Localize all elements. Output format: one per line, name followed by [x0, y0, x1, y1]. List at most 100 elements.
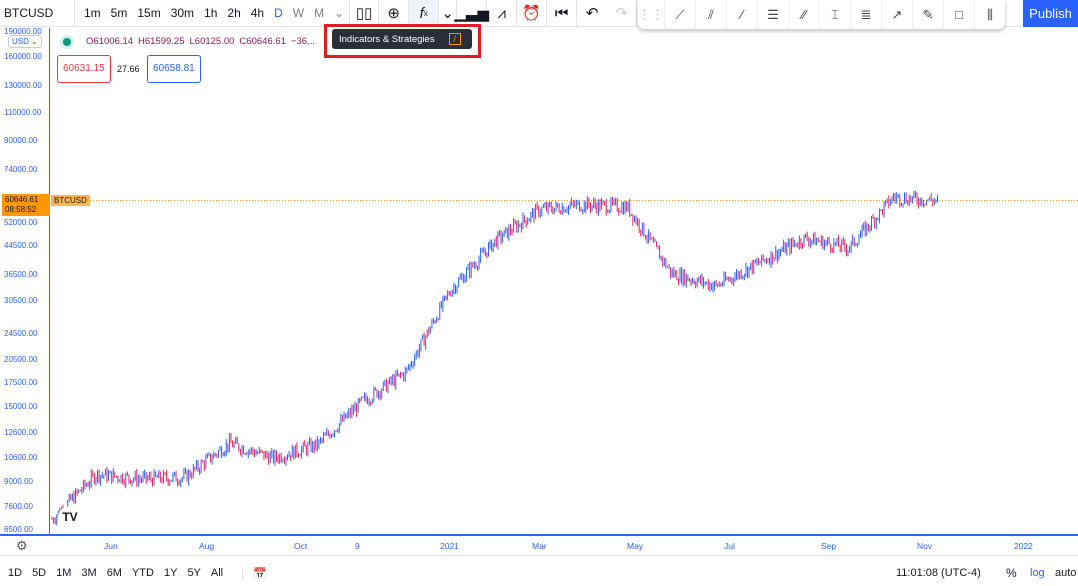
- price-label: 36500.00: [4, 270, 38, 279]
- time-label: Jul: [724, 541, 735, 551]
- price-range-icon[interactable]: ⌶: [820, 0, 851, 29]
- range-1Y[interactable]: 1Y: [159, 567, 182, 579]
- timeframe-2h[interactable]: 2h: [222, 6, 245, 20]
- sliders-icon[interactable]: ⫼: [975, 0, 1005, 29]
- price-axis[interactable]: 190000.00 160000.00 130000.00 110000.00 9000…: [0, 27, 50, 534]
- publish-button[interactable]: Publish: [1023, 0, 1078, 27]
- replay-icon[interactable]: ⏮: [547, 0, 578, 27]
- bar-chart-icon[interactable]: ▁▃▅: [454, 0, 489, 27]
- symbol-search[interactable]: BTCUSD: [0, 0, 75, 27]
- price-label: 6500.00: [4, 525, 33, 534]
- timeframe-1h[interactable]: 1h: [199, 6, 222, 20]
- time-label: Jun: [104, 541, 118, 551]
- currency-selector[interactable]: USD ⌄: [8, 35, 42, 48]
- last-price: 60646.61: [5, 195, 39, 204]
- spread-value: 27.66: [117, 64, 140, 74]
- fib-icon[interactable]: ≣: [851, 0, 882, 29]
- price-label: 12600.00: [4, 428, 38, 437]
- low-value: L60125.00: [189, 36, 235, 47]
- timeframe-5m[interactable]: 5m: [106, 6, 133, 20]
- timeframe-W[interactable]: W: [288, 6, 309, 20]
- time-label: 2021: [440, 541, 459, 551]
- price-chart[interactable]: [51, 28, 1078, 534]
- time-label: 9: [355, 541, 360, 551]
- auto-toggle[interactable]: auto: [1055, 567, 1076, 579]
- price-label: 15000.00: [4, 402, 38, 411]
- clock-timezone[interactable]: 11:01:08 (UTC-4): [896, 567, 981, 579]
- high-value: H61599.25: [138, 36, 185, 47]
- market-status-icon: [63, 37, 71, 46]
- price-label: 20500.00: [4, 355, 38, 364]
- price-label: 44500.00: [4, 241, 38, 250]
- time-label: Nov: [917, 541, 933, 551]
- alert-clock-icon[interactable]: ⏰: [517, 0, 548, 27]
- time-label: Oct: [294, 541, 308, 551]
- time-label: 2022: [1014, 541, 1033, 551]
- price-label: 24500.00: [4, 329, 38, 338]
- time-label: May: [627, 541, 644, 551]
- price-label: 10600.00: [4, 453, 38, 462]
- time-label: Sep: [821, 541, 837, 551]
- trend-line-icon[interactable]: ⟋: [665, 0, 696, 29]
- undo-icon[interactable]: ↶: [577, 0, 607, 27]
- templates-icon[interactable]: ⩘: [487, 0, 518, 27]
- price-label: 7600.00: [4, 502, 33, 511]
- bar-countdown: 08:58:52: [5, 205, 37, 214]
- indicators-fx-icon[interactable]: fx: [409, 0, 440, 27]
- redo-icon[interactable]: ↷: [607, 0, 638, 27]
- price-label: 110000.00: [4, 108, 42, 117]
- timeframe-4h[interactable]: 4h: [246, 6, 269, 20]
- compare-plus-icon[interactable]: ⊕: [379, 0, 410, 27]
- last-price-label: 60646.61 08:58:52: [2, 194, 50, 216]
- price-label: 130000.00: [4, 81, 42, 90]
- drag-handle-icon[interactable]: ⋮⋮: [638, 0, 665, 29]
- range-YTD[interactable]: YTD: [127, 567, 159, 579]
- range-5Y[interactable]: 5Y: [182, 567, 205, 579]
- highlight-box: [324, 24, 481, 58]
- price-label: 9000.00: [4, 477, 33, 486]
- open-value: O61006.14: [86, 36, 134, 47]
- arrow-icon[interactable]: ↗: [882, 0, 913, 29]
- chevron-down-icon[interactable]: ⌄: [329, 6, 349, 20]
- timeframe-M[interactable]: M: [309, 6, 329, 20]
- range-6M[interactable]: 6M: [102, 567, 127, 579]
- goto-date-icon[interactable]: 📅: [242, 566, 267, 580]
- range-3M[interactable]: 3M: [76, 567, 101, 579]
- price-label: 74000.00: [4, 165, 38, 174]
- price-label: 30500.00: [4, 296, 38, 305]
- time-label: Mar: [532, 541, 547, 551]
- timeframe-30m[interactable]: 30m: [166, 6, 199, 20]
- symbol-price-tag: BTCUSD: [51, 195, 90, 206]
- brush-icon[interactable]: ✎: [913, 0, 944, 29]
- ray-icon[interactable]: ∕: [727, 0, 758, 29]
- range-All[interactable]: All: [206, 567, 228, 579]
- price-label: 160000.00: [4, 52, 42, 61]
- percent-toggle[interactable]: %: [1006, 566, 1017, 580]
- time-label: Aug: [199, 541, 215, 551]
- candles-icon[interactable]: ▯▯: [349, 0, 380, 27]
- log-toggle[interactable]: log: [1030, 567, 1045, 579]
- range-1M[interactable]: 1M: [51, 567, 76, 579]
- rectangle-icon[interactable]: □: [944, 0, 975, 29]
- range-group: 1D 5D 1M 3M 6M YTD 1Y 5Y All: [0, 567, 228, 579]
- sell-button[interactable]: 60631.15: [57, 55, 111, 83]
- timeframe-D[interactable]: D: [269, 6, 288, 20]
- channel-icon[interactable]: ⫽: [696, 0, 727, 29]
- timeframe-group: 1m 5m 15m 30m 1h 2h 4h D W M: [75, 6, 329, 20]
- range-5D[interactable]: 5D: [27, 567, 51, 579]
- time-axis[interactable]: ⚙ Jun Aug Oct 9 2021 Mar May Jul Sep Nov 2022: [0, 534, 1078, 556]
- ohlc-legend: O61006.14 H61599.25 L60125.00 C60646.61 …: [63, 36, 315, 47]
- change-value: −36...: [290, 36, 315, 47]
- tradingview-logo[interactable]: TV: [58, 506, 82, 528]
- range-1D[interactable]: 1D: [3, 567, 27, 579]
- settings-gear-icon[interactable]: ⚙: [16, 538, 28, 554]
- close-value: C60646.61: [239, 36, 286, 47]
- price-label: 17500.00: [4, 378, 38, 387]
- timeframe-15m[interactable]: 15m: [132, 6, 165, 20]
- buy-button[interactable]: 60658.81: [147, 55, 201, 83]
- parallel-segments-icon[interactable]: ⁄⁄: [789, 0, 820, 29]
- horizontal-lines-icon[interactable]: ☰: [758, 0, 789, 29]
- price-label: 90000.00: [4, 136, 38, 145]
- price-label: 52000.00: [4, 218, 38, 227]
- timeframe-1m[interactable]: 1m: [79, 6, 106, 20]
